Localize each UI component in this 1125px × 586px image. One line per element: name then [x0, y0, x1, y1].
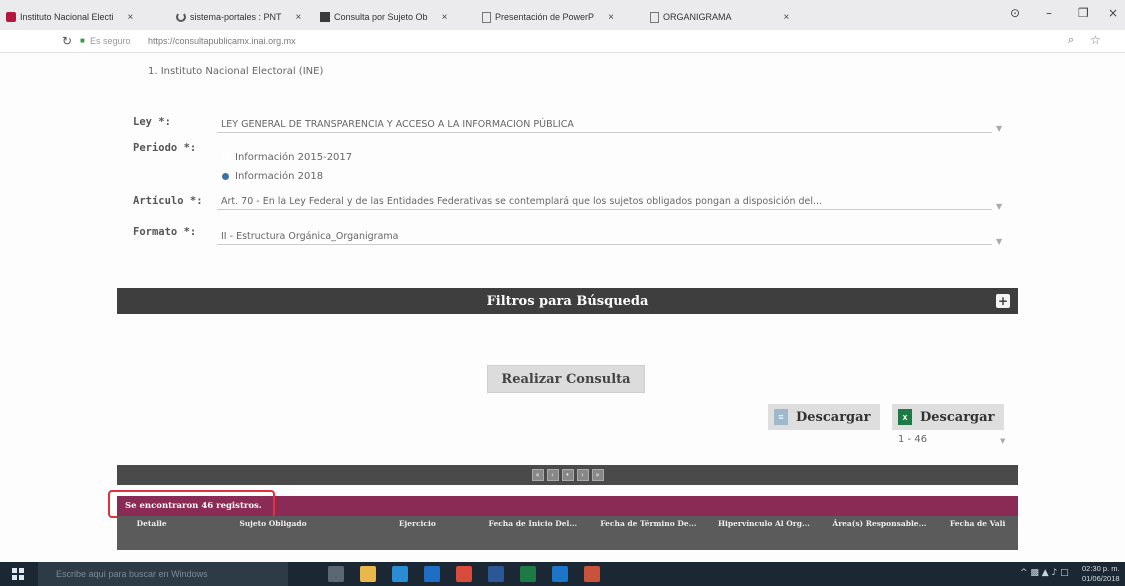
first-page-icon[interactable]: « [531, 469, 544, 481]
last-page-icon[interactable]: » [591, 469, 604, 481]
chevron-down-icon: ▼ [996, 124, 1003, 133]
clock[interactable]: 02:30 p. m. 01/06/2018 [1082, 564, 1120, 584]
account-icon[interactable]: ⊙ [1010, 6, 1020, 20]
pagination-bar: « ‹ • › » [117, 465, 1018, 485]
periodo-label: Periodo *: [133, 142, 197, 154]
highlight-box [108, 490, 275, 518]
chevron-down-icon: ▼ [996, 202, 1003, 211]
close-tab-icon[interactable]: × [128, 12, 134, 23]
pager-range: 1 - 46 [898, 434, 928, 445]
tab-title: Presentación de PowerP [495, 12, 595, 22]
maximize-icon[interactable]: ❒ [1078, 6, 1089, 20]
page-icon [482, 11, 491, 23]
excel-icon[interactable] [520, 566, 536, 582]
powerpoint-icon[interactable] [584, 566, 600, 582]
tab-title: ORGANIGRAMA [663, 12, 732, 22]
column-header[interactable]: Fecha de Inicio Del... [475, 516, 591, 550]
taskbar-search[interactable]: Escribe aquí para buscar en Windows [38, 562, 288, 586]
radio-periodo-2018[interactable]: Información 2018 [222, 171, 323, 182]
ine-logo-icon [6, 12, 16, 22]
tab-organigrama[interactable]: ORGANIGRAMA × [650, 6, 789, 28]
chevron-down-icon: ▼ [996, 237, 1003, 246]
tab-consulta[interactable]: Consulta por Sujeto Ob × [320, 6, 447, 28]
prev-page-icon[interactable]: ‹ [546, 469, 559, 481]
page-number-icon[interactable]: • [561, 469, 574, 481]
column-header[interactable]: Fecha de Vali [937, 516, 1018, 550]
radio-periodo-2015-2017[interactable]: Información 2015-2017 [222, 152, 352, 163]
zoom-icon[interactable]: ⌕ [1068, 34, 1074, 47]
chrome-icon[interactable] [456, 566, 472, 582]
radio-label: Información 2015-2017 [235, 152, 353, 163]
articulo-select[interactable]: Art. 70 - En la Ley Federal y de las Ent… [217, 194, 992, 210]
file-explorer-icon[interactable] [360, 566, 376, 582]
chevron-down-icon[interactable]: ▼ [1000, 437, 1005, 445]
table-header: Detalle Sujeto Obligado Ejercicio Fecha … [117, 516, 1018, 550]
pnt-favicon-icon [320, 12, 330, 22]
tab-powerpoint[interactable]: Presentación de PowerP × [482, 6, 614, 28]
ley-label: Ley *: [133, 116, 171, 128]
column-header[interactable]: Sujeto Obligado [186, 516, 359, 550]
clock-date: 01/06/2018 [1082, 574, 1120, 583]
formato-select[interactable]: II - Estructura Orgánica_Organigrama [217, 229, 992, 245]
skype-icon[interactable] [392, 566, 408, 582]
csv-file-icon: ≡ [774, 409, 788, 425]
filters-title: Filtros para Búsqueda [486, 293, 649, 309]
address-bar[interactable]: ↻ ■ Es seguro https://consultapublicamx.… [0, 30, 1125, 53]
close-tab-icon[interactable]: × [784, 12, 790, 23]
outlook-icon[interactable] [424, 566, 440, 582]
bookmark-star-icon[interactable]: ☆ [1090, 33, 1101, 47]
windows-taskbar: Escribe aquí para buscar en Windows ^ ▩ … [0, 562, 1125, 586]
tab-title: sistema-portales : PNT [190, 12, 282, 22]
edge-icon[interactable] [552, 566, 568, 582]
lock-icon: ■ [80, 36, 85, 45]
column-header[interactable]: Hipervínculo Al Org... [706, 516, 822, 550]
close-tab-icon[interactable]: × [296, 12, 302, 23]
excel-icon: x [898, 409, 912, 425]
articulo-label: Artículo *: [133, 195, 203, 207]
system-tray-icons[interactable]: ^ ▩ ▲ ♪ □ [1020, 568, 1069, 578]
clock-time: 02:30 p. m. [1082, 564, 1120, 573]
minimize-icon[interactable]: – [1046, 6, 1052, 20]
tab-title: Consulta por Sujeto Ob [334, 12, 428, 22]
browser-tab-bar: Instituto Nacional Electi × sistema-port… [0, 0, 1125, 30]
column-header[interactable]: Área(s) Responsable... [822, 516, 938, 550]
loading-icon [176, 12, 186, 22]
formato-label: Formato *: [133, 226, 197, 238]
column-header[interactable]: Detalle [117, 516, 186, 550]
plus-icon[interactable]: + [996, 294, 1010, 308]
realizar-consulta-button[interactable]: Realizar Consulta [487, 365, 645, 393]
task-view-icon[interactable] [328, 566, 344, 582]
tab-ine[interactable]: Instituto Nacional Electi × [6, 6, 133, 28]
close-tab-icon[interactable]: × [442, 12, 448, 23]
column-header[interactable]: Ejercicio [360, 516, 476, 550]
close-tab-icon[interactable]: × [608, 12, 614, 23]
radio-label: Información 2018 [235, 171, 324, 182]
download-label: Descargar [920, 409, 995, 425]
radio-checked-icon [222, 173, 229, 180]
next-page-icon[interactable]: › [576, 469, 589, 481]
url-text[interactable]: https://consultapublicamx.inai.org.mx [148, 36, 296, 46]
download-label: Descargar [796, 409, 871, 425]
word-icon[interactable] [488, 566, 504, 582]
tab-title: Instituto Nacional Electi [20, 12, 114, 22]
windows-start-icon[interactable] [12, 568, 24, 580]
security-label: Es seguro [90, 36, 131, 46]
radio-unchecked-icon [222, 154, 229, 161]
page-icon [650, 11, 659, 23]
close-window-icon[interactable]: × [1108, 6, 1118, 20]
download-csv-button[interactable]: ≡ Descargar [768, 404, 881, 430]
reload-icon[interactable]: ↻ [62, 34, 72, 48]
download-excel-button[interactable]: x Descargar [892, 404, 1005, 430]
filters-bar[interactable]: Filtros para Búsqueda + [117, 288, 1018, 314]
tab-sistema-portales[interactable]: sistema-portales : PNT × [176, 6, 301, 28]
institution-name: 1. Instituto Nacional Electoral (INE) [148, 66, 324, 77]
column-header[interactable]: Fecha de Término De... [591, 516, 707, 550]
ley-select[interactable]: LEY GENERAL DE TRANSPARENCIA Y ACCESO A … [217, 117, 992, 133]
